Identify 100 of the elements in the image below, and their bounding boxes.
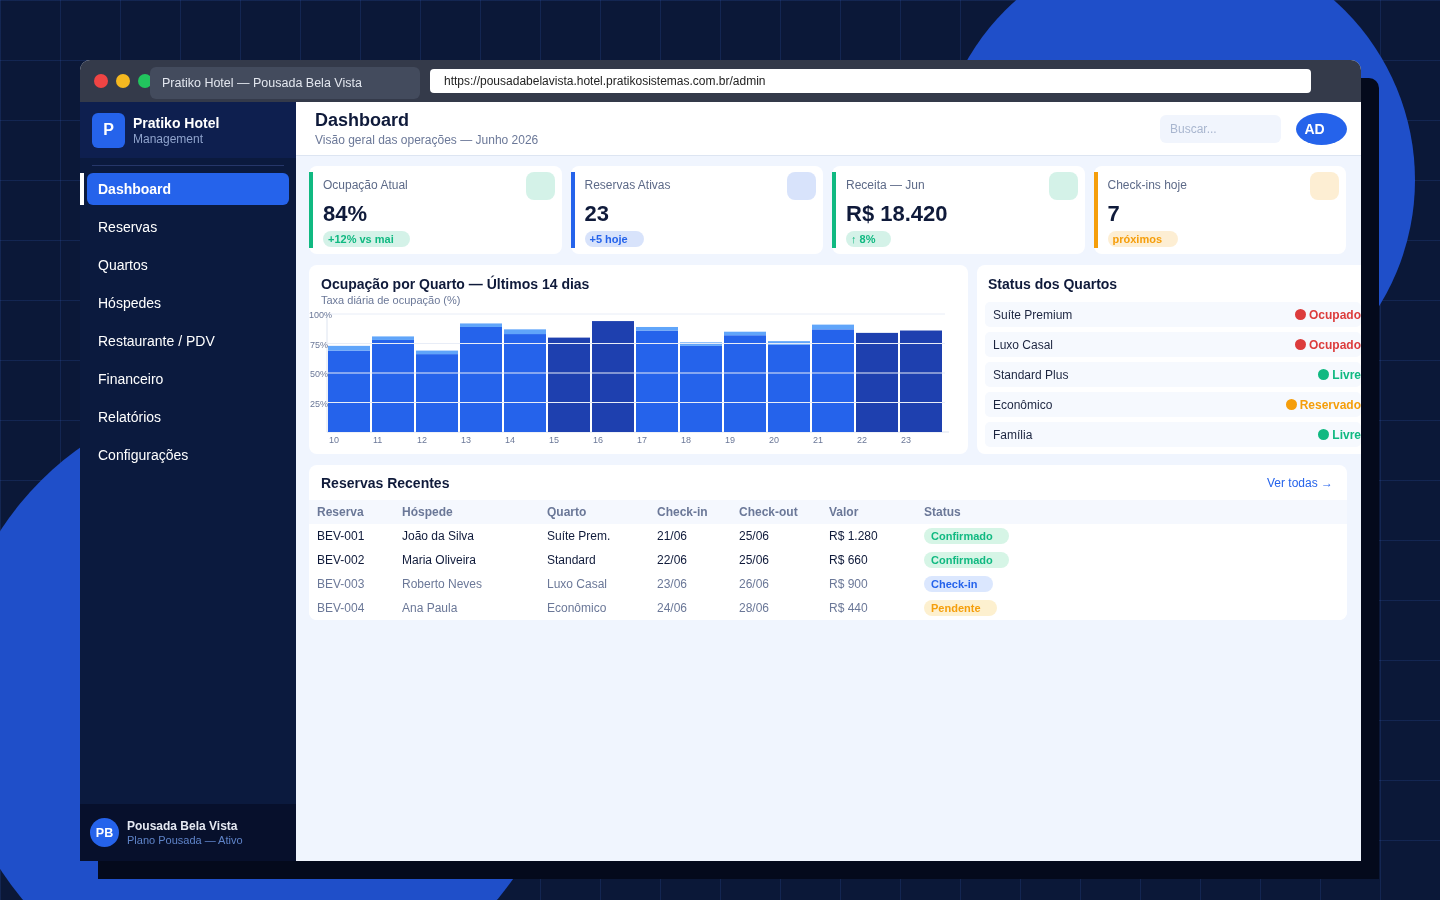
nav-item[interactable]: Dashboard — [87, 173, 289, 205]
room-name: Standard Plus — [993, 367, 1069, 382]
table-cell-text: BEV-004 — [317, 601, 366, 615]
stat-badge: ↑ 8% — [846, 231, 892, 247]
axis-label: 18 — [681, 435, 691, 445]
table-cell-text: 23/06 — [657, 577, 689, 591]
axis-label: 10 — [329, 435, 339, 445]
status-badge: Confirmado — [924, 528, 1009, 544]
account-avatar: PB — [90, 818, 119, 847]
room-status: Ocupado — [1309, 307, 1361, 322]
column-header: Hóspede — [402, 505, 454, 519]
user-avatar[interactable]: AD — [1296, 112, 1347, 145]
room-name: Luxo Casal — [993, 337, 1054, 352]
table-cell-text: 25/06 — [739, 553, 771, 567]
brand-tagline: Management — [133, 131, 205, 146]
stat-value: 84% — [323, 201, 369, 227]
axis-label: 23 — [901, 435, 911, 445]
logo: P — [92, 112, 125, 148]
axis-label: 25% — [310, 398, 328, 409]
table-cell-text: R$ 660 — [829, 553, 869, 567]
column-header: Check-in — [657, 505, 709, 519]
column-header: Reserva — [317, 505, 365, 519]
axis-label: 75% — [310, 339, 328, 350]
card-title: Reservas Recentes — [321, 475, 450, 491]
table-cell-text: BEV-001 — [317, 529, 366, 543]
page-subtitle: Visão geral das operações — Junho 2026 — [315, 133, 539, 147]
table-cell-text: Maria Oliveira — [402, 553, 477, 567]
stat-badge: +12% vs mai — [323, 231, 410, 247]
stat-label: Check-ins hoje — [1107, 178, 1188, 192]
nav-item[interactable]: Restaurante / PDV — [87, 325, 289, 357]
close-icon[interactable] — [94, 74, 108, 88]
room-status: Livre — [1332, 367, 1361, 382]
table-cell-text: 24/06 — [657, 601, 689, 615]
room-name: Econômico — [993, 397, 1053, 412]
nav-item[interactable]: Configurações — [87, 439, 289, 471]
stat-icon — [1310, 172, 1339, 200]
stat-value: R$ 18.420 — [846, 201, 949, 227]
table-cell-text: 26/06 — [739, 577, 771, 591]
column-header: Quarto — [547, 505, 588, 519]
status-badge: Confirmado — [924, 552, 1009, 568]
stat-badge: +5 hoje — [584, 231, 644, 247]
axis-label: 11 — [373, 435, 383, 445]
stat-label: Reservas Ativas — [584, 178, 672, 192]
stat-icon — [1048, 172, 1078, 200]
table-cell-text: Ana Paula — [402, 601, 459, 615]
stat-badge: próximos — [1107, 231, 1178, 247]
stat-icon — [787, 172, 816, 200]
minimize-icon[interactable] — [116, 74, 130, 88]
view-all-link[interactable]: Ver todas → — [1266, 476, 1333, 490]
room-status: Reservado — [1299, 397, 1361, 412]
table-cell-text: BEV-003 — [317, 577, 366, 591]
table-cell-text: João da Silva — [402, 529, 476, 543]
card-title: Status dos Quartos — [988, 276, 1119, 292]
table-cell-text: Roberto Neves — [402, 577, 484, 591]
axis-label: 14 — [505, 435, 515, 445]
axis-label: 22 — [857, 435, 867, 445]
nav-item[interactable]: Hóspedes — [87, 287, 289, 319]
room-name: Família — [993, 427, 1033, 442]
stat-label: Receita — Jun — [846, 178, 926, 192]
table-cell-text: Luxo Casal — [547, 577, 609, 591]
account-plan: Plano Pousada — Ativo — [127, 834, 243, 846]
column-header: Valor — [829, 505, 860, 519]
table-cell-text: 22/06 — [657, 553, 689, 567]
stat-icon — [525, 172, 555, 200]
table-cell-text: R$ 1.280 — [829, 529, 879, 543]
nav-item[interactable]: Financeiro — [87, 363, 289, 395]
table-cell-text: Suíte Prem. — [547, 529, 612, 543]
axis-label: 15 — [549, 435, 559, 445]
axis-label: 50% — [310, 369, 328, 379]
table-cell-text: BEV-002 — [317, 553, 366, 567]
axis-label: 19 — [725, 435, 735, 445]
nav-item[interactable]: Reservas — [87, 211, 289, 243]
table-cell-text: 21/06 — [657, 529, 689, 543]
address-bar[interactable]: https://pousadabelavista.hotel.pratikosistemas.com.br/admin — [430, 69, 1311, 93]
page-title: Dashboard — [315, 110, 411, 131]
search-field[interactable]: Buscar... — [1160, 114, 1281, 143]
room-status: Ocupado — [1309, 337, 1361, 352]
nav-item[interactable]: Quartos — [87, 249, 289, 281]
axis-label: 20 — [769, 435, 779, 445]
stat-value: 7 — [1107, 201, 1121, 227]
table-cell-text: 28/06 — [739, 601, 771, 615]
chart-title: Ocupação por Quarto — Últimos 14 dias — [321, 276, 591, 292]
status-badge: Pendente — [924, 600, 997, 616]
stat-label: Ocupação Atual — [323, 178, 409, 192]
chart-subtitle: Taxa diária de ocupação (%) — [321, 294, 462, 306]
table-cell-text: Standard — [547, 553, 597, 567]
nav-item[interactable]: Relatórios — [87, 401, 289, 433]
axis-label: 13 — [461, 435, 471, 445]
axis-label: 16 — [593, 435, 603, 445]
axis-label: 17 — [637, 435, 647, 445]
column-header: Status — [924, 505, 962, 519]
room-status: Livre — [1332, 427, 1361, 442]
account-name: Pousada Bela Vista — [127, 819, 239, 833]
room-name: Suíte Premium — [993, 307, 1073, 322]
axis-label: 12 — [417, 435, 427, 445]
table-cell-text: R$ 440 — [829, 601, 869, 615]
table-cell-text: R$ 900 — [829, 577, 869, 591]
browser-tab[interactable]: Pratiko Hotel — Pousada Bela Vista — [150, 67, 420, 99]
brand-name: Pratiko Hotel — [133, 114, 220, 131]
axis-label: 21 — [813, 435, 823, 445]
